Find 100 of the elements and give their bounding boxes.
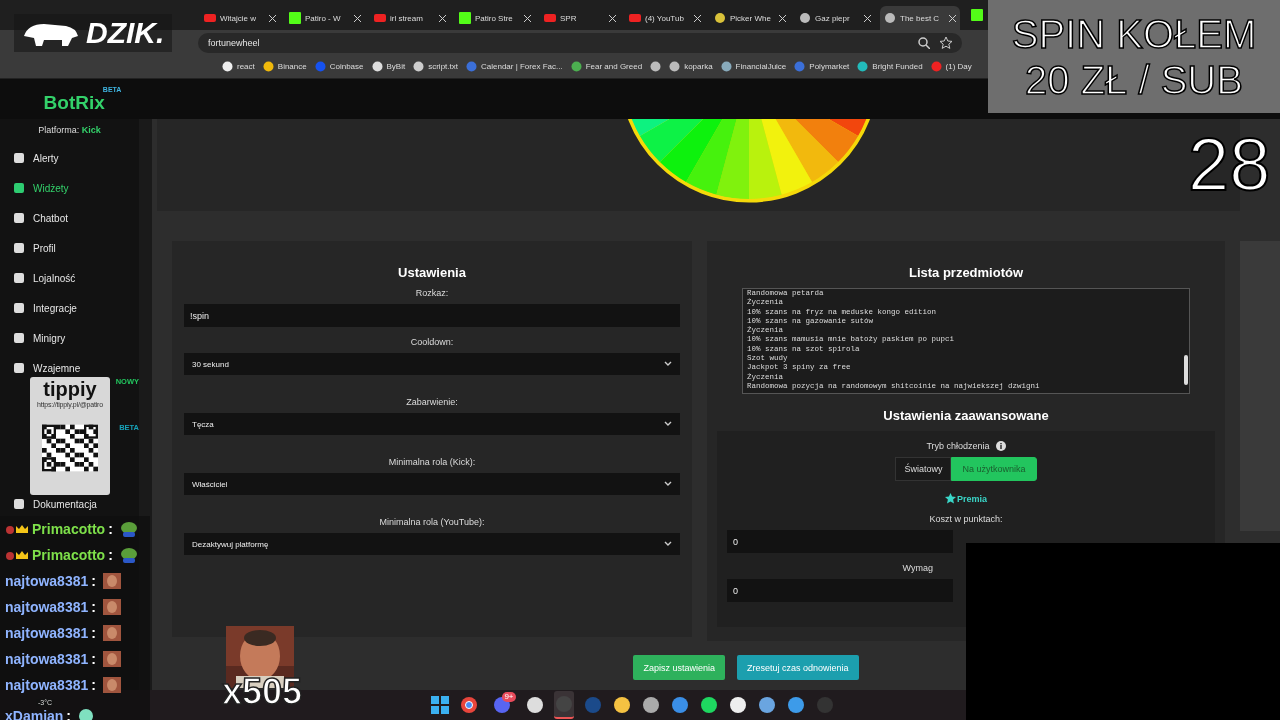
taskbar-app[interactable]: 9+ [487, 692, 516, 718]
bookmark-icon [413, 61, 425, 72]
sidebar-item[interactable]: Chatbot [0, 210, 69, 226]
input-field[interactable]: 0 [727, 579, 953, 602]
bookmark[interactable]: (1) Day [930, 61, 972, 72]
bookmark[interactable]: Bright Funded [857, 61, 923, 72]
promo-text: 20 ZŁ / SUB [1025, 56, 1243, 103]
bookmark[interactable]: Calendar | Forex Fac... [466, 61, 563, 72]
card-title: Lista przedmiotów [907, 265, 1025, 280]
bookmark-icon [466, 61, 477, 72]
bookmark-icon [314, 61, 326, 72]
close-icon[interactable] [609, 14, 616, 22]
input-field[interactable]: !spin [184, 304, 680, 327]
bookmark[interactable]: ByBit [371, 61, 406, 72]
chat-username: Primacotto [32, 521, 106, 537]
items-textarea[interactable] [742, 288, 1190, 394]
close-icon[interactable] [354, 14, 361, 22]
sidebar-item[interactable]: Dokumentacja [0, 496, 97, 512]
browser-tab[interactable]: Patiro - W [285, 6, 365, 30]
sidebar-item[interactable]: Integracje [0, 300, 77, 316]
close-icon[interactable] [694, 14, 701, 22]
close-icon[interactable] [949, 14, 956, 22]
browser-tab[interactable]: Picker Whe [710, 6, 790, 30]
emote-icon [102, 651, 121, 667]
browser-tab[interactable]: Witajcie w [200, 6, 280, 30]
card-title: Ustawienia [397, 265, 467, 280]
sub-counter: 28 [1188, 122, 1271, 207]
toggle-option[interactable]: Światowy [895, 457, 952, 481]
sidebar-item[interactable]: Wzajemne [0, 360, 81, 376]
bookmark-icon [371, 61, 383, 72]
close-icon[interactable] [269, 14, 276, 22]
url-text: fortunewheel [208, 37, 261, 48]
emote-icon [102, 677, 121, 693]
field-label: Koszt w punktach: [928, 514, 1004, 524]
bookmark[interactable]: Coinbase [314, 61, 364, 72]
bookmark-icon [570, 61, 582, 72]
emote-icon [102, 625, 121, 641]
section-title: Ustawienia zaawansowane [882, 408, 1050, 423]
notification-badge: 9+ [502, 692, 516, 702]
field-label: Wymag [902, 563, 933, 573]
video-icon [629, 12, 641, 24]
chat-separator: : [108, 547, 113, 563]
video-icon [204, 12, 216, 24]
sidebar-item[interactable]: Lojalność [0, 270, 76, 286]
chat-separator: : [91, 651, 96, 667]
browser-tab[interactable]: Patiro Stre [455, 6, 535, 30]
chevron-icon [664, 481, 672, 487]
browser-tab[interactable]: Gaz piepr [795, 6, 875, 30]
bookmark-icon [669, 61, 681, 72]
browser-tab[interactable]: SPR [540, 6, 620, 30]
chat-separator: : [91, 625, 96, 641]
bookmark-icon [930, 61, 942, 72]
info-icon[interactable] [995, 441, 1006, 451]
select-field[interactable]: Dezaktywuj platformę [184, 533, 680, 555]
close-icon[interactable] [524, 14, 531, 22]
sidebar-item[interactable]: Minigry [0, 330, 66, 346]
bookmark[interactable]: react [222, 61, 255, 72]
close-icon[interactable] [779, 14, 786, 22]
field-label: Cooldown: [409, 337, 455, 347]
bookmark-icon [720, 61, 732, 72]
chrome-icon [458, 695, 479, 715]
bookmark[interactable]: Fear and Greed [570, 61, 643, 72]
close-icon[interactable] [439, 14, 446, 22]
grid-icon [13, 182, 25, 194]
app-logo[interactable]: BotRix [43, 92, 105, 114]
input-field[interactable]: 0 [727, 530, 953, 553]
blob-emote-icon [78, 708, 95, 720]
windows-icon [429, 695, 450, 715]
bookmark[interactable]: Binance [262, 61, 307, 72]
star-icon[interactable] [940, 36, 952, 49]
browser-tab[interactable]: (4) YouTub [625, 6, 705, 30]
sidebar-item[interactable]: Widżety [0, 180, 69, 196]
scrollbar-thumb[interactable] [1184, 355, 1188, 385]
bookmark[interactable]: FinancialJuice [720, 61, 787, 72]
chat-username: Primacotto [32, 547, 106, 563]
chat-username: najtowa8381 [5, 573, 89, 589]
sidebar-item[interactable]: Profil [0, 240, 56, 256]
bookmark[interactable]: script.txt [413, 61, 458, 72]
premium-label: Premia [957, 493, 987, 504]
browser-tab[interactable]: The best C [880, 6, 960, 30]
chat-separator: : [91, 573, 96, 589]
bookmark[interactable] [650, 61, 662, 72]
bookmark-icon [262, 61, 274, 72]
brand-logo: DZIK. [86, 16, 165, 50]
zoom-icon[interactable] [918, 36, 930, 49]
field-label: Minimalna rola (YouTube): [378, 517, 486, 527]
select-field[interactable]: Właściciel [184, 473, 680, 495]
bookmark[interactable]: koparka [669, 61, 713, 72]
sidebar-item[interactable]: Alerty [0, 150, 59, 166]
tip-logo: tippiy [43, 378, 97, 401]
select-field[interactable]: Tęcza [184, 413, 680, 435]
bookmark[interactable]: Polymarket [794, 61, 850, 72]
address-bar[interactable]: fortunewheel [198, 32, 962, 53]
chevron-icon [664, 361, 672, 367]
close-icon[interactable] [864, 14, 871, 22]
promo-text: SPIN KOŁEM [1011, 10, 1257, 57]
emote-icon [102, 599, 121, 615]
select-field[interactable]: 30 sekund [184, 353, 680, 375]
browser-tab[interactable]: irl stream [370, 6, 450, 30]
toggle-option[interactable]: Na użytkownika [951, 457, 1037, 481]
